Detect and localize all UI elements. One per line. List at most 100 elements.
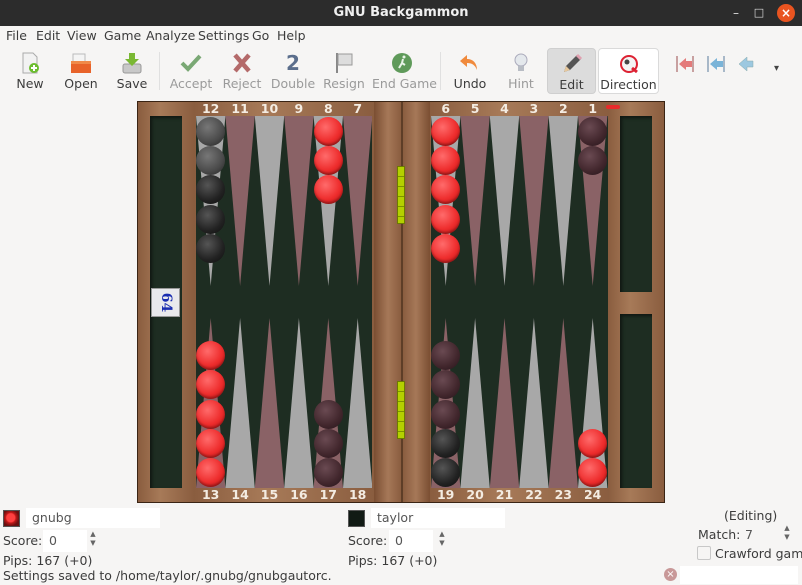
checker-red[interactable]: [196, 399, 226, 429]
checker-red[interactable]: [313, 146, 343, 176]
save-label[interactable]: Save: [112, 76, 152, 91]
player1-name-field[interactable]: gnubg: [26, 508, 160, 528]
accept-button[interactable]: Accept: [168, 48, 214, 94]
board-point-top[interactable]: [284, 116, 314, 286]
previous-game-icon[interactable]: [673, 54, 697, 74]
menu-view[interactable]: View: [67, 28, 97, 43]
previous-move-icon[interactable]: [736, 54, 756, 74]
clear-status-button[interactable]: ×: [664, 568, 677, 581]
checker-dark[interactable]: [431, 458, 461, 487]
doubling-cube[interactable]: 64: [151, 288, 180, 317]
point-number-24: 24: [583, 487, 602, 502]
board-point-bottom[interactable]: [460, 318, 490, 488]
board-point-top[interactable]: [343, 116, 372, 286]
menu-help[interactable]: Help: [277, 28, 306, 43]
save-button[interactable]: Save: [112, 48, 152, 94]
menu-settings[interactable]: Settings: [198, 28, 249, 43]
player2-score-input[interactable]: 0: [389, 530, 433, 552]
checker-dark[interactable]: [313, 399, 343, 429]
status-message: Settings saved to /home/taylor/.gnubg/gn…: [3, 568, 332, 583]
menu-go[interactable]: Go: [252, 28, 269, 43]
player1-pips: Pips: 167 (+0): [3, 553, 93, 568]
menu-file[interactable]: File: [6, 28, 27, 43]
right-bearoff-tray-bottom[interactable]: [620, 314, 652, 488]
left-playing-field: [196, 116, 372, 488]
player1-score-stepper[interactable]: ▲ ▼: [88, 530, 98, 548]
minimize-button[interactable]: –: [727, 4, 745, 22]
checker-dark[interactable]: [196, 117, 226, 146]
crawford-label: Crawford game: [715, 546, 802, 561]
checker-dark[interactable]: [313, 428, 343, 458]
checker-red[interactable]: [578, 458, 608, 487]
resign-button[interactable]: Resign: [322, 48, 366, 94]
checker-red[interactable]: [431, 233, 461, 263]
board-point-bottom[interactable]: [225, 318, 255, 488]
open-button[interactable]: Open: [60, 48, 102, 94]
white-flag-icon: [336, 53, 353, 73]
maximize-button[interactable]: □: [750, 4, 768, 22]
crawford-checkbox[interactable]: [697, 546, 711, 560]
reject-label: Reject: [222, 76, 262, 91]
toolbar: New Open Save Accept Reject 2 Double Res…: [0, 46, 802, 96]
left-points-svg: [196, 116, 372, 488]
checker-dark[interactable]: [196, 204, 226, 234]
board-point-bottom[interactable]: [548, 318, 578, 488]
checker-dark[interactable]: [431, 428, 461, 458]
toolbar-separator: [159, 52, 160, 90]
player1-score-input[interactable]: 0: [43, 530, 87, 552]
board-point-bottom[interactable]: [254, 318, 285, 488]
checker-red[interactable]: [313, 117, 343, 146]
checker-red[interactable]: [196, 428, 226, 458]
new-button[interactable]: New: [10, 48, 50, 94]
undo-button[interactable]: Undo: [450, 48, 490, 94]
backgammon-board[interactable]: 64 12 11 10 9 8 7 6 5 4 3 2 1 13 14 15 16 17 18 19 20 21 22 2…: [137, 101, 665, 503]
player2-name-field[interactable]: taylor: [371, 508, 505, 528]
close-icon: ×: [780, 6, 792, 20]
player2-score-stepper[interactable]: ▲ ▼: [437, 530, 447, 548]
menu-analyze[interactable]: Analyze: [146, 28, 195, 43]
checker-red[interactable]: [431, 117, 461, 146]
toolbar-overflow-button[interactable]: ▾: [774, 63, 779, 74]
reject-button[interactable]: Reject: [221, 48, 263, 94]
point-number-19: 19: [436, 487, 455, 502]
right-bearoff-tray-top[interactable]: [620, 116, 652, 292]
match-length-input[interactable]: 7: [739, 524, 785, 546]
direction-button[interactable]: Direction: [598, 48, 659, 94]
board-point-bottom[interactable]: [284, 318, 314, 488]
hint-button[interactable]: Hint: [500, 48, 542, 94]
checker-dark[interactable]: [313, 458, 343, 487]
checker-dark[interactable]: [431, 399, 461, 429]
checker-dark[interactable]: [196, 233, 226, 263]
checker-red[interactable]: [196, 458, 226, 487]
board-point-top[interactable]: [489, 116, 520, 286]
board-point-top[interactable]: [548, 116, 578, 286]
center-bar[interactable]: [374, 102, 430, 502]
menu-game[interactable]: Game: [104, 28, 141, 43]
end-game-button[interactable]: End Game: [372, 48, 437, 94]
match-length-stepper[interactable]: ▲ ▼: [782, 524, 792, 542]
previous-roll-icon[interactable]: [704, 54, 728, 74]
close-button[interactable]: ×: [777, 4, 795, 22]
checker-dark[interactable]: [578, 117, 608, 146]
edit-button[interactable]: Edit: [547, 48, 596, 94]
bottom-hinge: [397, 381, 405, 439]
end-game-label: End Game: [372, 76, 437, 91]
board-point-top[interactable]: [519, 116, 549, 286]
checker-red[interactable]: [578, 428, 608, 458]
board-point-top[interactable]: [254, 116, 285, 286]
checker-red[interactable]: [431, 204, 461, 234]
menu-edit[interactable]: Edit: [36, 28, 60, 43]
top-hinge: [397, 166, 405, 224]
match-length-label: Match:: [698, 527, 741, 542]
checker-red[interactable]: [313, 175, 343, 205]
double-button[interactable]: 2 Double: [270, 48, 316, 94]
board-point-bottom[interactable]: [519, 318, 549, 488]
board-point-top[interactable]: [225, 116, 255, 286]
cube-value: 64: [157, 292, 174, 313]
board-point-top[interactable]: [460, 116, 490, 286]
maximize-icon: □: [753, 6, 765, 19]
board-point-bottom[interactable]: [489, 318, 520, 488]
point-number-13: 13: [201, 487, 220, 502]
board-point-bottom[interactable]: [343, 318, 372, 488]
lightbulb-icon: [514, 53, 528, 71]
